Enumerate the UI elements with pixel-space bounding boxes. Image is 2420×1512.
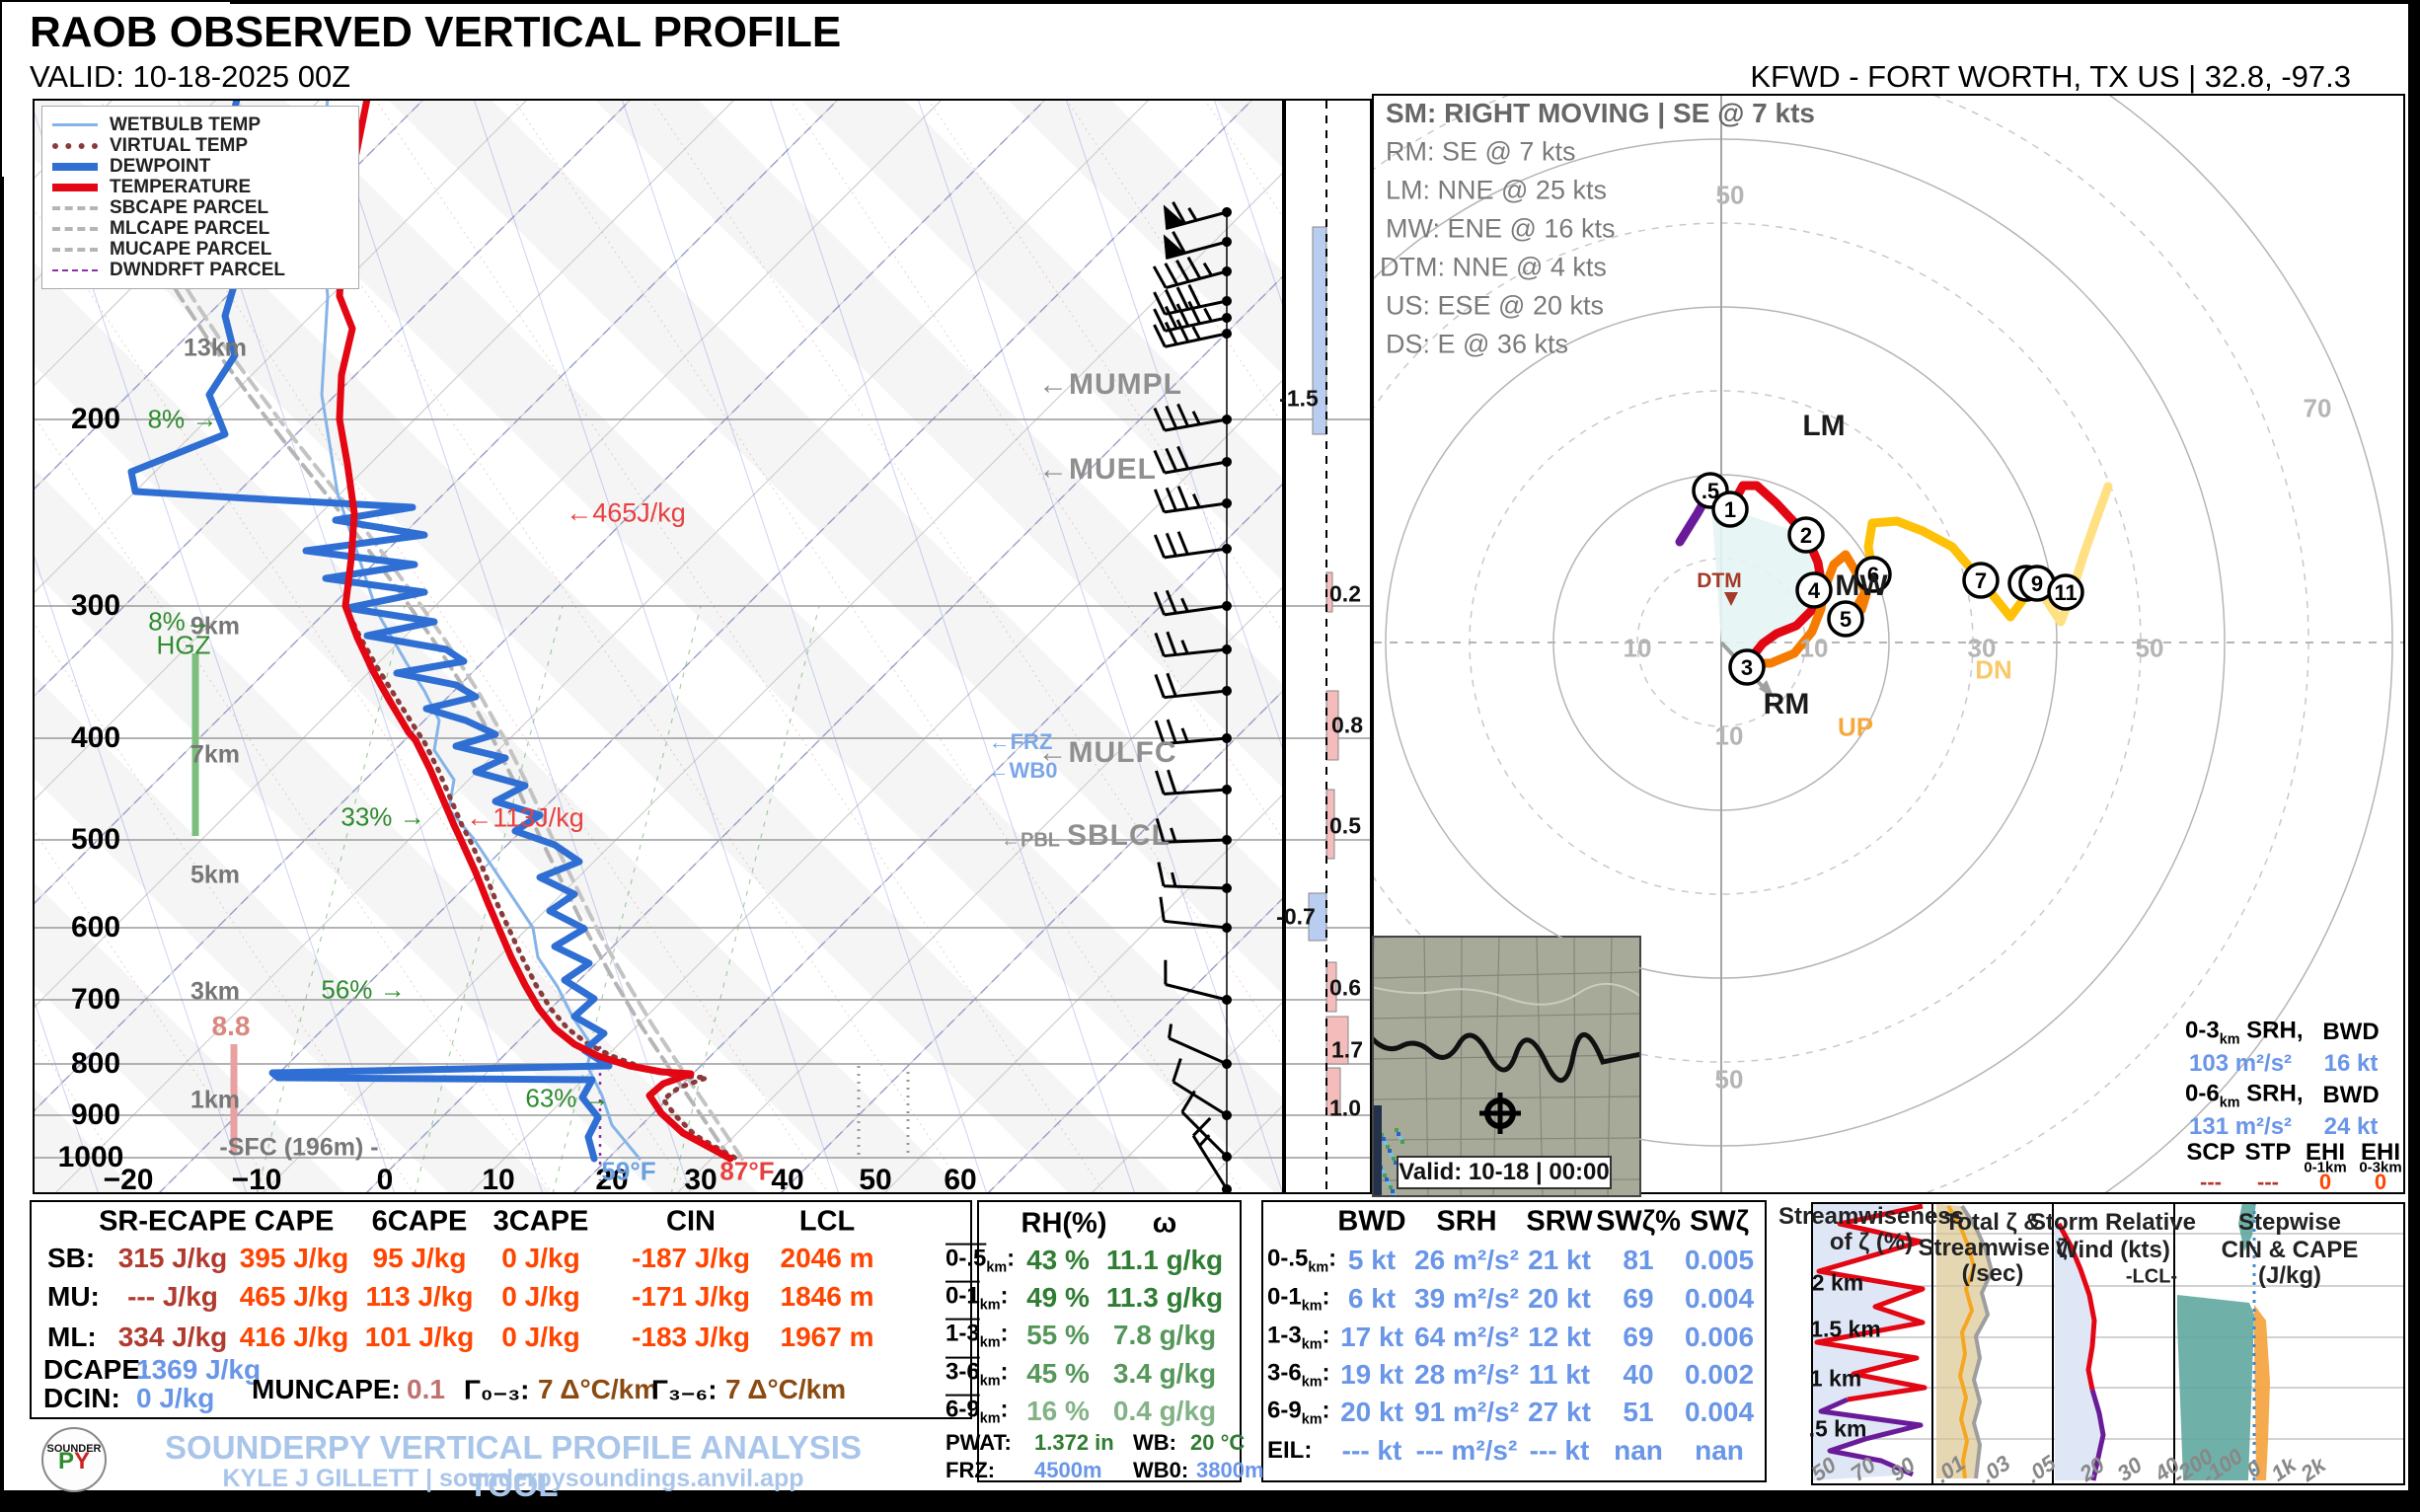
svg-text:3: 3 [1741, 655, 1753, 680]
valid-timestamp: VALID: 10-18-2025 00Z [30, 59, 350, 95]
logo-p: P [58, 1448, 74, 1474]
svg-text:7: 7 [1975, 568, 1987, 593]
legend-swatch [52, 184, 98, 191]
legend-item: TEMPERATURE [52, 177, 348, 197]
svg-text:11: 11 [2054, 580, 2077, 605]
map-valid-label: Valid: 10-18 | 00:00 [1397, 1156, 1612, 1189]
svg-text:5: 5 [1840, 607, 1852, 632]
legend-swatch [52, 123, 98, 126]
legend-swatch [52, 248, 98, 252]
legend-item: DWNDRFT PARCEL [52, 260, 348, 280]
vector-art-layer: .512345678911 [0, 0, 2420, 1512]
page-title: RAOB OBSERVED VERTICAL PROFILE [30, 8, 841, 57]
legend-item: VIRTUAL TEMP [52, 135, 348, 156]
skewt-legend: WETBULB TEMPVIRTUAL TEMPDEWPOINTTEMPERAT… [41, 106, 359, 289]
legend-swatch [52, 163, 98, 171]
svg-text:9: 9 [2031, 571, 2043, 596]
sounderpy-screenshot: RAOB OBSERVED VERTICAL PROFILE VALID: 10… [0, 0, 2420, 1512]
legend-swatch [52, 227, 98, 231]
svg-text:4: 4 [1808, 578, 1821, 603]
legend-item: SBCAPE PARCEL [52, 197, 348, 218]
logo-y: Y [74, 1448, 90, 1474]
legend-item: DEWPOINT [52, 156, 348, 177]
sounderpy-logo: SOUNDER PY [41, 1427, 107, 1492]
legend-item: MUCAPE PARCEL [52, 239, 348, 260]
legend-swatch [52, 206, 98, 210]
legend-item: MLCAPE PARCEL [52, 218, 348, 239]
legend-item: WETBULB TEMP [52, 114, 348, 135]
svg-text:6: 6 [1867, 563, 1879, 587]
svg-text:1: 1 [1724, 497, 1736, 522]
legend-swatch [52, 143, 98, 149]
credit-line-2: KYLE J GILLETT | sounderpysoundings.anvi… [118, 1465, 908, 1493]
station-header: KFWD - FORT WORTH, TX US | 32.8, -97.3 [1750, 59, 2351, 95]
svg-text:2: 2 [1800, 523, 1812, 548]
legend-swatch [52, 269, 98, 271]
